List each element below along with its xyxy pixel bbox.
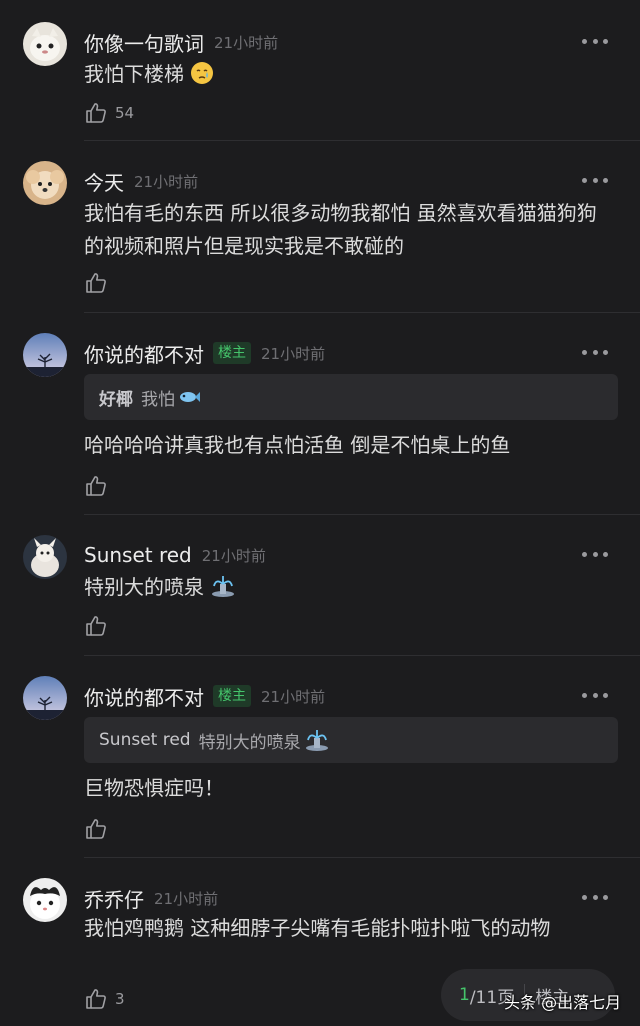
comment-header: 你像一句歌词 21小时前 bbox=[84, 26, 278, 58]
comment-header: 你说的都不对 楼主 21小时前 bbox=[84, 337, 325, 369]
comment-item: 你说的都不对 楼主 21小时前 Sunset red 特别大的喷泉 巨物恐惧症吗… bbox=[0, 676, 640, 856]
comment-text: 特别大的喷泉 bbox=[84, 571, 604, 604]
avatar[interactable] bbox=[23, 878, 67, 922]
comment-item: 你像一句歌词 21小时前 我怕下楼梯 54 bbox=[0, 22, 640, 152]
comment-header: Sunset red 21小时前 bbox=[84, 539, 266, 571]
watermark: 头条 @出落七月 bbox=[504, 986, 621, 1016]
like-count: 54 bbox=[115, 104, 135, 122]
avatar[interactable] bbox=[23, 676, 67, 720]
comment-text: 巨物恐惧症吗！ bbox=[84, 776, 224, 800]
like-count: 3 bbox=[115, 990, 125, 1008]
like-button[interactable]: 54 bbox=[84, 100, 134, 126]
more-options-icon[interactable] bbox=[582, 34, 608, 48]
op-badge: 楼主 bbox=[213, 685, 251, 707]
quoted-username: 好椰 bbox=[99, 389, 133, 410]
username[interactable]: 今天 bbox=[84, 167, 124, 196]
comment-header: 今天 21小时前 bbox=[84, 165, 198, 197]
fountain-emoji-icon bbox=[305, 730, 328, 751]
comment-header: 你说的都不对 楼主 21小时前 bbox=[84, 680, 325, 712]
more-options-icon[interactable] bbox=[582, 345, 608, 359]
like-button[interactable] bbox=[84, 816, 115, 842]
avatar[interactable] bbox=[23, 535, 67, 579]
comment-header: 乔乔仔 21小时前 bbox=[84, 882, 218, 914]
quoted-reply[interactable]: 好椰 我怕 bbox=[84, 374, 618, 420]
quoted-text: 我怕 bbox=[141, 389, 175, 410]
quoted-text: 特别大的喷泉 bbox=[198, 732, 301, 753]
comment-text: 我怕鸡鸭鹅 这种细脖子尖嘴有毛能扑啦扑啦飞的动物 bbox=[84, 916, 551, 940]
like-button[interactable]: 3 bbox=[84, 986, 125, 1012]
comment-item: 今天 21小时前 我怕有毛的东西 所以很多动物我都怕 虽然喜欢看猫猫狗狗的视频和… bbox=[0, 161, 640, 311]
avatar[interactable] bbox=[23, 333, 67, 377]
comment-text: 我怕下楼梯 bbox=[84, 58, 604, 91]
comment-text: 我怕有毛的东西 所以很多动物我都怕 虽然喜欢看猫猫狗狗的视频和照片但是现实我是不… bbox=[84, 201, 597, 258]
current-page: 1 bbox=[459, 985, 470, 1005]
divider bbox=[84, 514, 640, 515]
comment-item: Sunset red 21小时前 特别大的喷泉 bbox=[0, 535, 640, 665]
more-options-icon[interactable] bbox=[582, 890, 608, 904]
divider bbox=[84, 857, 640, 858]
username[interactable]: Sunset red bbox=[84, 543, 192, 567]
more-options-icon[interactable] bbox=[582, 688, 608, 702]
username[interactable]: 你说的都不对 bbox=[84, 339, 204, 368]
timestamp: 21小时前 bbox=[214, 33, 279, 52]
thumbs-up-icon bbox=[86, 476, 106, 496]
like-button[interactable] bbox=[84, 473, 115, 499]
divider bbox=[84, 655, 640, 656]
more-options-icon[interactable] bbox=[582, 547, 608, 561]
more-options-icon[interactable] bbox=[582, 173, 608, 187]
timestamp: 21小时前 bbox=[134, 172, 199, 191]
timestamp: 21小时前 bbox=[261, 344, 326, 363]
fountain-emoji-icon bbox=[212, 576, 235, 597]
op-badge: 楼主 bbox=[213, 342, 251, 364]
thumbs-up-icon bbox=[86, 819, 106, 839]
comment-item: 你说的都不对 楼主 21小时前 好椰 我怕 哈哈哈哈讲真我也有点怕活鱼 倒是不怕… bbox=[0, 333, 640, 513]
thumbs-up-icon bbox=[86, 616, 106, 636]
avatar[interactable] bbox=[23, 22, 67, 66]
avatar[interactable] bbox=[23, 161, 67, 205]
watermark-text: 头条 @出落七月 bbox=[504, 993, 622, 1012]
like-button[interactable] bbox=[84, 613, 115, 639]
timestamp: 21小时前 bbox=[261, 687, 326, 706]
username[interactable]: 你说的都不对 bbox=[84, 682, 204, 711]
fish-emoji-icon bbox=[180, 392, 200, 402]
comment-text: 哈哈哈哈讲真我也有点怕活鱼 倒是不怕桌上的鱼 bbox=[84, 433, 511, 457]
divider bbox=[84, 312, 640, 313]
like-button[interactable] bbox=[84, 270, 115, 296]
comment-feed: 你像一句歌词 21小时前 我怕下楼梯 54 今天 21小时前 我怕有毛的东西 所… bbox=[0, 0, 640, 1026]
thumbs-up-icon bbox=[86, 103, 106, 123]
thumbs-up-icon bbox=[86, 273, 106, 293]
timestamp: 21小时前 bbox=[201, 546, 266, 565]
username[interactable]: 乔乔仔 bbox=[84, 884, 144, 913]
quoted-username: Sunset red bbox=[99, 730, 191, 750]
quoted-reply[interactable]: Sunset red 特别大的喷泉 bbox=[84, 717, 618, 763]
divider bbox=[84, 140, 640, 141]
thumbs-up-icon bbox=[86, 989, 106, 1009]
username[interactable]: 你像一句歌词 bbox=[84, 28, 204, 57]
crying-face-emoji-icon bbox=[191, 62, 214, 84]
timestamp: 21小时前 bbox=[154, 889, 219, 908]
